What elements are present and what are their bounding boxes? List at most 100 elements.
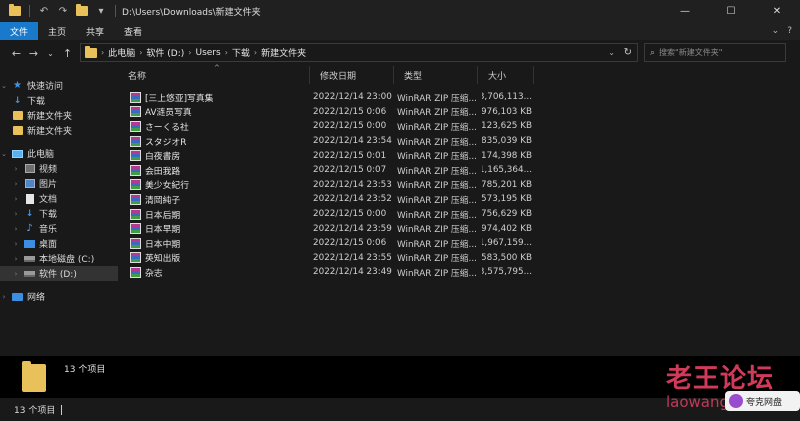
table-row[interactable]: [三上悠亚]写真集 2022/12/14 23:00 WinRAR ZIP 压缩..…	[118, 90, 800, 105]
file-name: [三上悠亚]写真集	[145, 93, 214, 104]
file-name: 杂志	[145, 268, 163, 279]
file-type: WinRAR ZIP 压缩...	[397, 254, 477, 265]
nav-documents[interactable]: › 文档	[0, 191, 118, 206]
table-row[interactable]: 日本中期 2022/12/15 0:06 WinRAR ZIP 压缩... 1,967…	[118, 236, 800, 251]
minimize-button[interactable]: —	[662, 0, 708, 22]
chevron-right-icon[interactable]: ›	[12, 225, 20, 233]
folder-icon	[22, 361, 46, 392]
breadcrumb-this-pc[interactable]: 此电脑	[108, 46, 135, 59]
chevron-right-icon[interactable]: ›	[139, 48, 142, 57]
chevron-right-icon[interactable]: ›	[12, 255, 20, 263]
refresh-icon[interactable]: ↻	[624, 47, 632, 58]
table-row[interactable]: 美少女紀行 2022/12/14 23:53 WinRAR ZIP 压缩... 785…	[118, 178, 800, 193]
file-rows: [三上悠亚]写真集 2022/12/14 23:00 WinRAR ZIP 压缩..…	[118, 90, 800, 280]
file-name-cell: 白夜書房	[130, 148, 308, 163]
nav-drive-c[interactable]: › 本地磁盘 (C:)	[0, 251, 118, 266]
chevron-right-icon[interactable]: ›	[12, 210, 20, 218]
address-dropdown-icon[interactable]: ⌄	[608, 48, 615, 57]
nav-videos[interactable]: › 视频	[0, 161, 118, 176]
winrar-archive-icon	[130, 193, 141, 205]
breadcrumb-downloads[interactable]: 下载	[232, 46, 250, 59]
winrar-archive-icon	[130, 237, 141, 249]
back-arrow-icon[interactable]: ←	[8, 43, 25, 63]
nav-quick-access[interactable]: ⌄ ★ 快速访问	[0, 78, 118, 93]
file-size: 3,706,113...	[482, 92, 532, 103]
nav-drive-d[interactable]: › 软件 (D:)	[0, 266, 118, 281]
file-date: 2022/12/15 0:00	[313, 121, 387, 132]
recent-dropdown-icon[interactable]: ⌄	[42, 43, 59, 63]
file-size: 123,625 KB	[482, 121, 532, 132]
tab-view[interactable]: 查看	[114, 22, 152, 40]
chevron-right-icon[interactable]: ›	[12, 195, 20, 203]
column-header-size[interactable]: 大小	[478, 66, 534, 84]
nav-this-pc[interactable]: ⌄ 此电脑	[0, 146, 118, 161]
nav-quick-new-folder-2[interactable]: 新建文件夹	[0, 123, 118, 138]
table-row[interactable]: 杂志 2022/12/14 23:49 WinRAR ZIP 压缩... 3,575,…	[118, 265, 800, 280]
chevron-right-icon[interactable]: ›	[101, 48, 104, 57]
chevron-down-icon[interactable]: ⌄	[0, 150, 8, 158]
breadcrumb-drive-d[interactable]: 软件 (D:)	[146, 46, 184, 59]
file-date: 2022/12/15 0:07	[313, 165, 387, 176]
file-date: 2022/12/15 0:01	[313, 150, 387, 161]
chevron-right-icon[interactable]: ›	[254, 48, 257, 57]
nav-quick-new-folder-1[interactable]: 新建文件夹	[0, 108, 118, 123]
maximize-button[interactable]: ☐	[708, 0, 754, 22]
folder-icon[interactable]	[75, 4, 89, 18]
nav-quick-downloads[interactable]: ↓ 下载	[0, 93, 118, 108]
status-divider	[61, 404, 63, 415]
column-header-date[interactable]: 修改日期	[310, 66, 394, 84]
chevron-down-icon[interactable]: ⌄	[0, 82, 8, 90]
table-row[interactable]: 日本早期 2022/12/14 23:59 WinRAR ZIP 压缩... 974,…	[118, 221, 800, 236]
ribbon-right-controls: ⌄ ?	[772, 22, 792, 40]
undo-icon[interactable]: ↶	[37, 4, 51, 18]
nav-pictures[interactable]: › 图片	[0, 176, 118, 191]
table-row[interactable]: 白夜書房 2022/12/15 0:01 WinRAR ZIP 压缩... 174,3…	[118, 148, 800, 163]
table-row[interactable]: 清岡純子 2022/12/14 23:52 WinRAR ZIP 压缩... 573,…	[118, 192, 800, 207]
nav-downloads[interactable]: › ↓ 下载	[0, 206, 118, 221]
tab-file[interactable]: 文件	[0, 22, 38, 40]
close-button[interactable]: ✕	[754, 0, 800, 22]
chevron-right-icon[interactable]: ›	[12, 180, 20, 188]
computer-icon	[12, 148, 23, 159]
chevron-right-icon[interactable]: ›	[12, 165, 20, 173]
expand-ribbon-icon[interactable]: ⌄	[772, 26, 780, 36]
table-row[interactable]: AV涟员写真 2022/12/15 0:06 WinRAR ZIP 压缩... 976…	[118, 105, 800, 120]
file-size: 785,201 KB	[482, 179, 532, 190]
nav-label: 文档	[39, 195, 58, 205]
chevron-right-icon[interactable]: ›	[12, 270, 20, 278]
search-input[interactable]	[659, 48, 780, 57]
video-icon	[24, 163, 35, 174]
chevron-right-icon[interactable]: ›	[188, 48, 191, 57]
chevron-right-icon[interactable]: ›	[0, 293, 8, 301]
folder-icon	[12, 110, 23, 121]
desktop-icon	[24, 238, 35, 249]
customize-dropdown-icon[interactable]: ▾	[94, 4, 108, 18]
tab-share[interactable]: 共享	[76, 22, 114, 40]
table-row[interactable]: スタジオR 2022/12/14 23:54 WinRAR ZIP 压缩... 835…	[118, 134, 800, 149]
file-type: WinRAR ZIP 压缩...	[397, 93, 477, 104]
breadcrumb-users[interactable]: Users	[195, 48, 220, 58]
chevron-right-icon[interactable]: ›	[225, 48, 228, 57]
file-name: 清岡純子	[145, 195, 181, 206]
file-date: 2022/12/15 0:06	[313, 238, 387, 249]
file-size: 835,039 KB	[482, 136, 532, 147]
column-header-name[interactable]: 名称 ^	[118, 64, 310, 84]
table-row[interactable]: 日本后期 2022/12/15 0:00 WinRAR ZIP 压缩... 756,6…	[118, 207, 800, 222]
nav-network[interactable]: › 网络	[0, 289, 118, 304]
column-header-type[interactable]: 类型	[394, 66, 478, 84]
address-bar[interactable]: › 此电脑 › 软件 (D:) › Users › 下载 › 新建文件夹 ⌄ ↻	[80, 43, 638, 62]
redo-icon[interactable]: ↷	[56, 4, 70, 18]
help-icon[interactable]: ?	[787, 26, 792, 36]
forward-arrow-icon[interactable]: →	[25, 43, 42, 63]
search-box[interactable]: ⌕	[644, 43, 786, 62]
nav-music[interactable]: › ♪ 音乐	[0, 221, 118, 236]
chevron-right-icon[interactable]: ›	[12, 240, 20, 248]
table-row[interactable]: さーくる社 2022/12/15 0:00 WinRAR ZIP 压缩... 123,…	[118, 119, 800, 134]
table-row[interactable]: 会田我路 2022/12/15 0:07 WinRAR ZIP 压缩... 1,165…	[118, 163, 800, 178]
nav-label: 软件 (D:)	[39, 270, 77, 280]
nav-desktop[interactable]: › 桌面	[0, 236, 118, 251]
breadcrumb-new-folder[interactable]: 新建文件夹	[261, 46, 306, 59]
up-arrow-icon[interactable]: ↑	[59, 43, 76, 63]
table-row[interactable]: 英知出版 2022/12/14 23:55 WinRAR ZIP 压缩... 583,…	[118, 251, 800, 266]
tab-home[interactable]: 主页	[38, 22, 76, 40]
